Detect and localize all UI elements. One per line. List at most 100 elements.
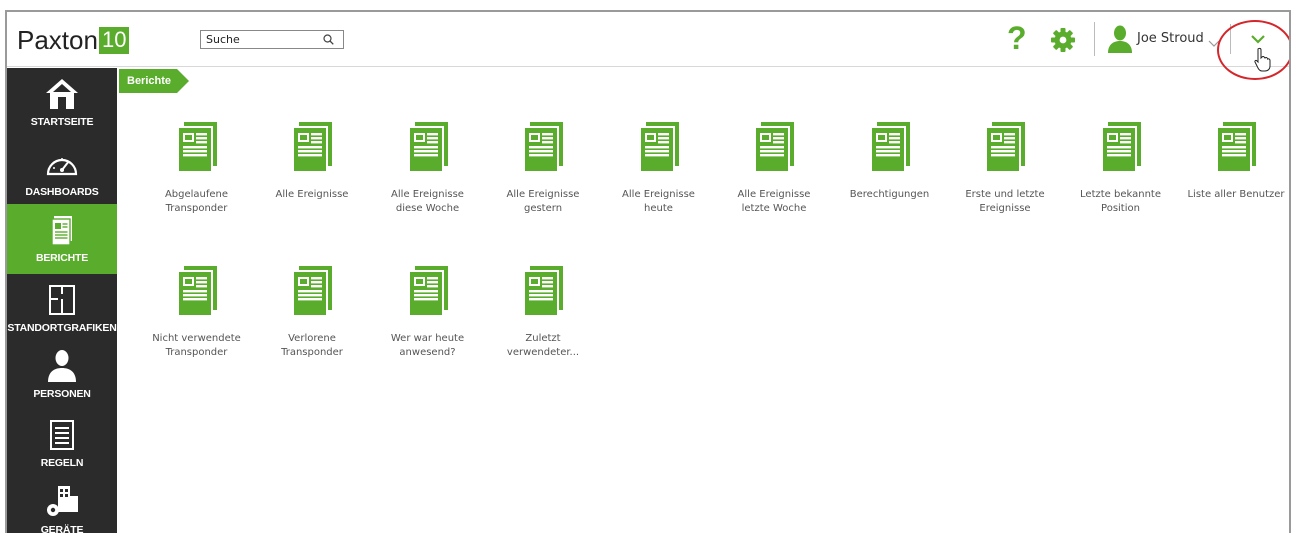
search-box	[200, 30, 344, 49]
report-tile[interactable]: Erste und letzte Ereignisse	[948, 120, 1063, 240]
report-label: Letzte bekannte Position	[1063, 188, 1178, 216]
user-name[interactable]: Joe Stroud	[1137, 31, 1204, 46]
sidebar-item-label: PERSONEN	[33, 388, 91, 400]
report-document-icon	[638, 122, 679, 173]
report-label: Alle Ereignisse gestern	[486, 188, 601, 216]
report-label-line: Letzte bekannte	[1080, 189, 1161, 200]
report-label: Erste und letzte Ereignisse	[948, 188, 1063, 216]
report-label: Zuletzt verwendeter...	[486, 332, 601, 360]
report-label-line: anwesend?	[399, 347, 456, 358]
report-label-line: letzte Woche	[741, 203, 807, 214]
report-document-icon	[754, 122, 794, 173]
sidebar-item-dashboards[interactable]: DASHBOARDS	[7, 138, 117, 204]
header-divider	[1094, 22, 1095, 56]
report-tile[interactable]: Wer war heute anwesend?	[370, 264, 485, 384]
report-label-line: Erste und letzte	[965, 189, 1045, 200]
report-icon	[51, 216, 72, 246]
breadcrumb-item-berichte[interactable]: Berichte	[119, 69, 178, 93]
sidebar-item-berichte[interactable]: BERICHTE	[7, 204, 117, 274]
report-label: Alle Ereignisse	[255, 188, 370, 202]
sidebar-item-regeln[interactable]: REGELN	[7, 409, 117, 476]
top-bar: Paxton10 ?	[7, 12, 1289, 67]
report-document-icon	[407, 122, 448, 173]
sidebar-item-geraete[interactable]: GERÄTE	[7, 476, 117, 533]
report-tile[interactable]: Alle Ereignisse heute	[601, 120, 716, 240]
help-icon[interactable]: ?	[1007, 20, 1027, 56]
report-label: Wer war heute anwesend?	[370, 332, 485, 360]
report-label-line: Berechtigungen	[849, 189, 930, 200]
search-input[interactable]	[201, 31, 319, 48]
report-label-line: Ereignisse	[979, 203, 1031, 214]
rules-icon	[50, 420, 74, 450]
sidebar-item-personen[interactable]: PERSONEN	[7, 340, 117, 409]
report-label-line: Alle Ereignisse	[737, 189, 811, 200]
logo-text: Paxton	[17, 24, 98, 55]
logo-number: 10	[98, 26, 130, 54]
report-document-icon	[869, 122, 910, 173]
report-label-line: Position	[1101, 203, 1140, 214]
report-document-icon	[1100, 122, 1141, 173]
sidebar-item-label: STANDORTGRAFIKEN	[7, 322, 117, 334]
home-icon	[46, 79, 78, 109]
report-tile[interactable]: Nicht verwendete Transponder	[139, 264, 254, 384]
report-tile[interactable]: Abgelaufene Transponder	[139, 120, 254, 240]
report-label: Nicht verwendete Transponder	[139, 332, 254, 360]
settings-gear-icon[interactable]	[1050, 27, 1076, 53]
sidebar-item-label: DASHBOARDS	[25, 186, 99, 198]
report-tile[interactable]: Berechtigungen	[832, 120, 947, 240]
report-label-line: gestern	[523, 203, 563, 214]
report-document-icon	[523, 122, 563, 173]
sidebar-item-label: GERÄTE	[40, 524, 84, 533]
user-avatar-icon[interactable]	[1107, 24, 1133, 54]
report-label-line: Transponder	[165, 347, 228, 358]
report-label-line: Wer war heute	[390, 333, 465, 344]
report-tile[interactable]: Alle Ereignisse gestern	[486, 120, 601, 240]
paxton-logo[interactable]: Paxton 10	[17, 24, 130, 55]
breadcrumb: Berichte	[119, 68, 190, 94]
sidebar-item-standortgrafiken[interactable]: STANDORTGRAFIKEN	[7, 274, 117, 340]
gauge-icon	[46, 158, 78, 176]
report-tile[interactable]: Alle Ereignisse	[255, 120, 370, 240]
report-tile[interactable]: Alle Ereignisse letzte Woche	[717, 120, 832, 240]
search-icon[interactable]	[319, 31, 337, 48]
report-document-icon	[985, 122, 1025, 173]
report-label-line: verwendeter...	[506, 347, 580, 358]
report-label: Liste aller Benutzer	[1179, 188, 1290, 202]
sidebar-nav: STARTSEITE DASHBOARDS BERICHTE STANDORTG…	[7, 68, 117, 533]
floorplan-icon	[49, 285, 75, 315]
report-label-line: Abgelaufene	[164, 189, 229, 200]
report-label-line: Transponder	[165, 203, 228, 214]
report-document-icon	[523, 266, 563, 317]
report-label: Berechtigungen	[832, 188, 947, 202]
report-label-line: Liste aller Benutzer	[1187, 189, 1285, 200]
report-document-icon	[1216, 122, 1256, 173]
app-window: Paxton10 ?	[5, 10, 1291, 533]
report-label-line: Verlorene	[288, 333, 336, 344]
report-label: Abgelaufene Transponder	[139, 188, 254, 216]
chevron-down-icon	[1251, 35, 1265, 44]
report-tile[interactable]: Liste aller Benutzer	[1179, 120, 1290, 240]
report-label-line: Alle Ereignisse	[622, 189, 695, 200]
report-label: Alle Ereignisse diese Woche	[370, 188, 485, 216]
devices-icon	[47, 486, 78, 516]
report-document-icon	[292, 266, 332, 317]
sidebar-item-label: BERICHTE	[35, 252, 89, 264]
sidebar-item-startseite[interactable]: STARTSEITE	[7, 68, 117, 138]
user-menu-chevron-icon[interactable]	[1208, 33, 1220, 47]
report-document-icon	[407, 266, 448, 317]
main-content: Berichte Abgelaufene Transponder Alle Erei…	[117, 68, 1289, 533]
report-label-line: diese Woche	[395, 203, 460, 214]
report-label-line: Zuletzt	[525, 333, 561, 344]
report-label-line: heute	[644, 203, 673, 214]
report-label: Verlorene Transponder	[255, 332, 370, 360]
header-divider	[1230, 24, 1231, 54]
report-tile[interactable]: Letzte bekannte Position	[1063, 120, 1178, 240]
report-tile[interactable]: Verlorene Transponder	[255, 264, 370, 384]
report-label-line: Nicht verwendete	[152, 333, 241, 344]
sidebar-item-label: REGELN	[40, 457, 84, 469]
expand-menu-button[interactable]	[1245, 27, 1271, 51]
report-tile[interactable]: Zuletzt verwendeter...	[486, 264, 601, 384]
person-icon	[48, 350, 76, 382]
report-label-line: Alle Ereignisse	[275, 189, 349, 200]
report-tile[interactable]: Alle Ereignisse diese Woche	[370, 120, 485, 240]
